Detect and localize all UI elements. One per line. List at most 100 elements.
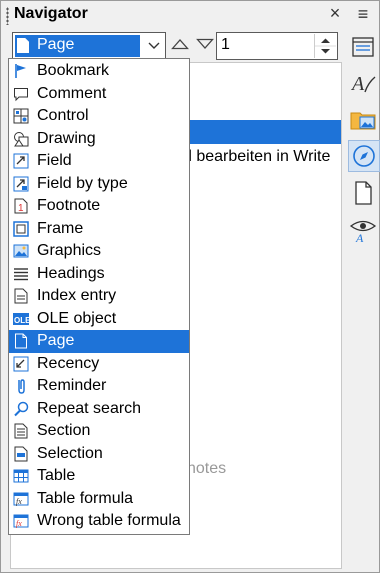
spin-buttons[interactable] — [314, 34, 336, 58]
dropdown-item-label: Table — [37, 467, 76, 484]
dropdown-item-label: Repeat search — [37, 399, 142, 417]
table-formula-icon: fx — [13, 492, 29, 506]
tree-item-text[interactable]: d bearbeiten in Write — [183, 148, 341, 166]
svg-text:1: 1 — [18, 203, 24, 214]
navigate-by-dropdown-list[interactable]: Bookmark Comment Control Drawing Field Field … — [8, 58, 190, 535]
dropdown-item-label: Reminder — [37, 377, 107, 394]
dropdown-item-label: Recency — [37, 354, 100, 372]
dropdown-item-recency[interactable]: Recency — [9, 353, 189, 376]
selection-icon — [14, 446, 28, 461]
dropdown-item-selection[interactable]: Selection — [9, 443, 189, 466]
drawing-icon — [14, 131, 29, 146]
style-inspector-icon: A — [349, 220, 377, 245]
page-icon — [15, 333, 27, 349]
dropdown-item-graphics[interactable]: Graphics — [9, 240, 189, 263]
section-icon — [14, 423, 28, 439]
bookmark-icon — [15, 64, 26, 78]
wrong-table-formula-icon: fx — [13, 514, 29, 528]
sidebar-navigator-button[interactable] — [348, 140, 380, 172]
page-number-value: 1 — [221, 36, 230, 53]
dropdown-item-field[interactable]: Field — [9, 150, 189, 173]
sidebar-properties-button[interactable] — [348, 32, 378, 62]
dropdown-item-label: Selection — [37, 444, 103, 462]
field-by-type-icon — [13, 176, 29, 191]
dropdown-item-page[interactable]: Page — [9, 330, 189, 353]
page-icon — [17, 38, 29, 53]
dropdown-item-footnote[interactable]: 1 Footnote — [9, 195, 189, 218]
gallery-icon — [350, 112, 376, 130]
dropdown-item-drawing[interactable]: Drawing — [9, 128, 189, 151]
svg-text:fx: fx — [16, 497, 22, 506]
dropdown-item-label: Comment — [37, 84, 107, 102]
dropdown-item-repeat-search[interactable]: Repeat search — [9, 398, 189, 421]
sidebar-gallery-button[interactable] — [348, 104, 378, 134]
dropdown-item-frame[interactable]: Frame — [9, 218, 189, 241]
dropdown-item-label: Table formula — [37, 489, 134, 507]
footnote-icon: 1 — [14, 198, 28, 214]
svg-text:fx: fx — [16, 519, 22, 528]
sidebar-tabbar: A A — [344, 30, 380, 573]
dropdown-item-label: Index entry — [37, 287, 117, 304]
comment-icon — [14, 87, 28, 101]
dropdown-item-table-formula[interactable]: fx Table formula — [9, 488, 189, 511]
svg-text:A: A — [350, 73, 365, 95]
dropdown-item-label: Graphics — [37, 242, 102, 259]
styles-icon: A — [350, 73, 376, 95]
svg-text:OLE: OLE — [14, 316, 29, 325]
dropdown-item-label: Page — [37, 332, 75, 349]
dropdown-item-label: Headings — [37, 264, 105, 282]
dropdown-item-label: Bookmark — [37, 62, 110, 79]
dropdown-item-section[interactable]: Section — [9, 420, 189, 443]
dropdown-item-label: Control — [37, 107, 89, 124]
navigate-by-value: Page — [37, 36, 75, 53]
dropdown-item-reminder[interactable]: Reminder — [9, 375, 189, 398]
properties-icon — [352, 37, 374, 57]
dropdown-item-wrong-table-formula[interactable]: fx Wrong table formula — [9, 510, 189, 533]
dropdown-item-label: Frame — [37, 219, 84, 237]
chevron-down-icon[interactable] — [145, 35, 163, 57]
dropdown-item-headings[interactable]: Headings — [9, 263, 189, 286]
page-icon — [355, 181, 372, 205]
sidebar-style-inspector-button[interactable]: A — [348, 214, 378, 245]
dropdown-item-table[interactable]: Table — [9, 465, 189, 488]
panel-title: Navigator — [14, 5, 88, 22]
page-number-spinbox[interactable]: 1 — [216, 32, 338, 60]
dropdown-item-field-by-type[interactable]: Field by type — [9, 173, 189, 196]
dropdown-item-control[interactable]: Control — [9, 105, 189, 128]
svg-text:A: A — [355, 231, 364, 244]
dropdown-item-label: OLE object — [37, 309, 117, 327]
sidebar-styles-button[interactable]: A — [348, 68, 378, 98]
dropdown-item-label: Footnote — [37, 197, 101, 214]
graphics-icon — [13, 244, 29, 258]
dropdown-item-label: Field by type — [37, 174, 128, 192]
drag-grip-icon[interactable] — [6, 7, 9, 25]
dropdown-item-label: Section — [37, 422, 91, 439]
panel-menu-button[interactable]: ≡ — [352, 4, 374, 26]
previous-element-button[interactable] — [171, 38, 189, 50]
reminder-icon — [18, 379, 25, 394]
dropdown-item-ole-object[interactable]: OLE OLE object — [9, 308, 189, 331]
navigator-icon — [353, 145, 375, 167]
dropdown-item-comment[interactable]: Comment — [9, 83, 189, 106]
frame-icon — [13, 220, 29, 237]
next-element-button[interactable] — [196, 38, 214, 50]
dropdown-item-label: Drawing — [37, 129, 96, 147]
tree-category-footnotes[interactable]: notes — [187, 460, 226, 478]
index-entry-icon — [14, 288, 28, 304]
navigate-by-combobox[interactable]: Page — [12, 32, 166, 60]
sidebar-page-button[interactable] — [348, 178, 378, 208]
dropdown-item-bookmark[interactable]: Bookmark — [9, 60, 189, 83]
recency-icon — [13, 356, 29, 371]
dropdown-item-label: Field — [37, 152, 72, 169]
table-icon — [13, 469, 29, 483]
close-button[interactable]: × — [324, 3, 346, 25]
field-icon — [13, 153, 29, 169]
navigate-by-selection: Page — [15, 35, 140, 57]
headings-icon — [14, 267, 28, 280]
repeat-search-icon — [14, 401, 29, 416]
dropdown-item-label: Wrong table formula — [37, 512, 181, 529]
ole-object-icon: OLE — [13, 312, 29, 325]
dropdown-item-index-entry[interactable]: Index entry — [9, 285, 189, 308]
control-icon — [13, 108, 29, 124]
spin-down-icon — [321, 49, 330, 54]
